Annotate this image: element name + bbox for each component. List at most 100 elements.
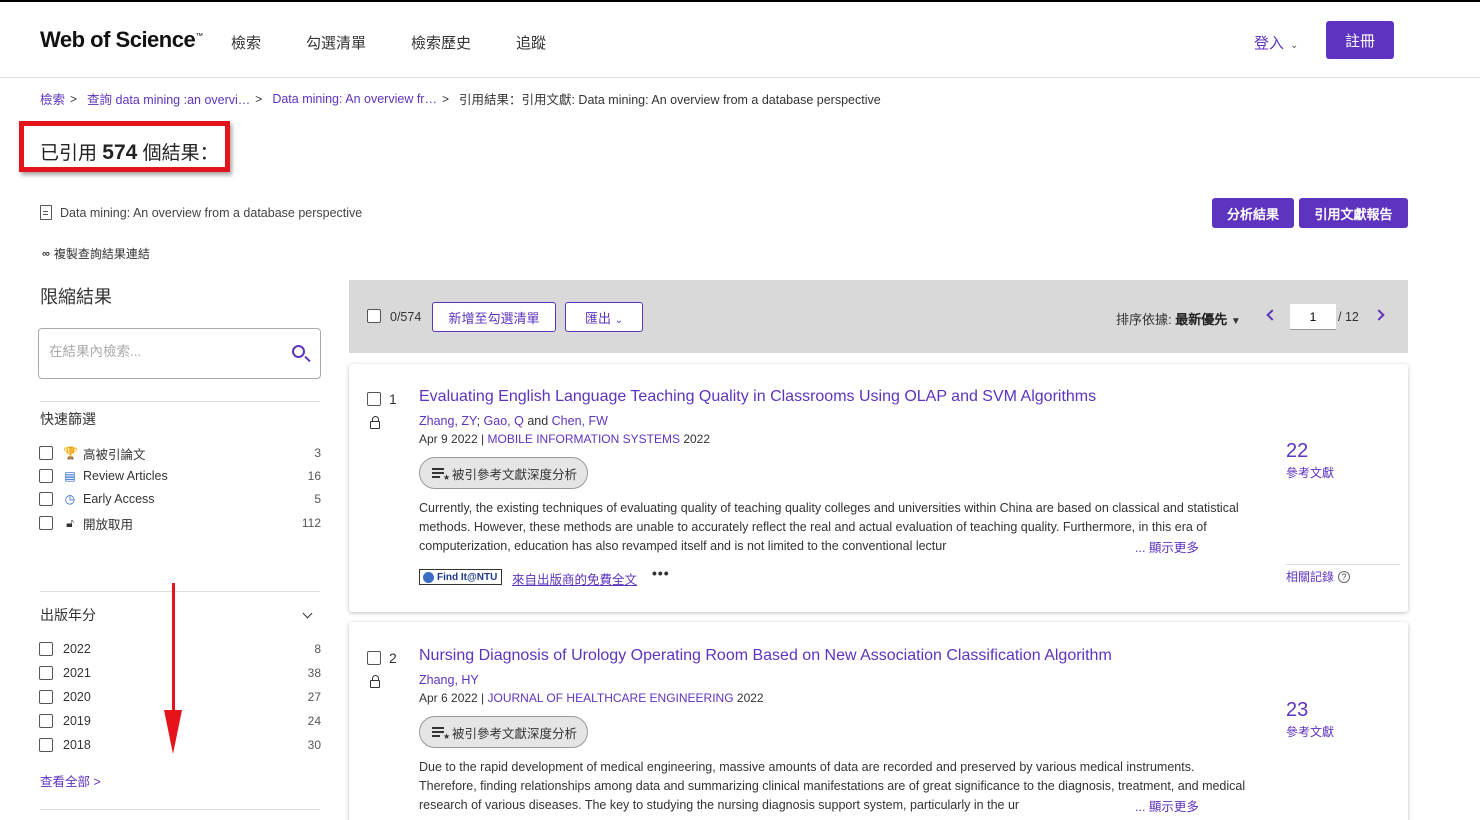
filter-label: 開放取用 <box>83 517 134 532</box>
record-checkbox[interactable] <box>367 392 381 406</box>
filter-year-2020[interactable]: 2020 27 <box>39 688 321 706</box>
author-link[interactable]: Zhang, ZY <box>419 414 477 428</box>
checkbox[interactable] <box>39 714 53 728</box>
more-options-icon[interactable]: ••• <box>652 565 670 581</box>
chevron-down-icon: ⌄ <box>1290 40 1299 51</box>
page-number-input[interactable] <box>1290 304 1336 330</box>
highlight-box <box>19 121 230 172</box>
record-pubinfo: Apr 9 2022 | MOBILE INFORMATION SYSTEMS … <box>419 432 711 446</box>
login-label: 登入 <box>1254 35 1285 52</box>
filter-early-access[interactable]: ◷ Early Access 5 <box>39 490 321 508</box>
filter-count: 30 <box>307 738 321 752</box>
filter-count: 24 <box>307 714 321 728</box>
breadcrumb-query[interactable]: 查詢 data mining :an overvi… <box>87 89 250 108</box>
pub-date: Apr 6 2022 <box>419 691 478 705</box>
checkbox[interactable] <box>39 469 53 483</box>
source-title: Data mining: An overview from a database… <box>60 205 363 220</box>
related-records-link[interactable]: 相關記錄? <box>1286 568 1351 585</box>
record-title[interactable]: Nursing Diagnosis of Urology Operating R… <box>419 647 1112 665</box>
caret-down-icon: ▼ <box>1230 316 1241 327</box>
record-title[interactable]: Evaluating English Language Teaching Qua… <box>419 388 1096 406</box>
nav-alerts[interactable]: 追蹤 <box>516 32 546 53</box>
filter-label: 高被引論文 <box>83 447 146 462</box>
select-all-checkbox[interactable] <box>367 309 381 323</box>
checkbox[interactable] <box>39 446 53 460</box>
export-label: 匯出 <box>584 310 611 326</box>
journal-link[interactable]: JOURNAL OF HEALTHCARE ENGINEERING <box>488 691 734 705</box>
export-button[interactable]: 匯出 ⌄ <box>565 302 643 332</box>
refine-search-input[interactable] <box>49 344 279 359</box>
login-menu[interactable]: 登入 ⌄ <box>1254 32 1298 53</box>
nav-search-history[interactable]: 檢索歷史 <box>411 32 471 53</box>
quick-filters-title: 快速篩選 <box>40 411 96 427</box>
checkbox[interactable] <box>39 642 53 656</box>
total-pages: / 12 <box>1338 310 1359 324</box>
author-link[interactable]: Zhang, HY <box>419 673 479 687</box>
sidebar-divider <box>40 809 320 810</box>
previous-page-icon[interactable] <box>1266 309 1278 321</box>
chevron-right-icon: > <box>255 91 263 106</box>
logo[interactable]: Web of Science™ <box>40 27 203 53</box>
analyze-results-button[interactable]: 分析結果 <box>1212 198 1294 228</box>
filter-label: Review Articles <box>83 469 168 483</box>
help-icon[interactable]: ? <box>1338 570 1351 583</box>
next-page-icon[interactable] <box>1373 309 1385 321</box>
record-authors: Zhang, HY <box>419 673 479 687</box>
breadcrumb-search[interactable]: 檢索 <box>40 89 65 108</box>
filter-open-access[interactable]: 🔓︎ 開放取用 112 <box>39 514 321 532</box>
free-fulltext-link[interactable]: 來自出版商的免費全文 <box>512 569 637 588</box>
author-separator: ; <box>476 414 481 428</box>
citation-label: 參考文獻 <box>1286 466 1335 480</box>
find-it-button[interactable]: Find It@NTU <box>419 569 502 585</box>
filter-label: 2020 <box>63 690 91 704</box>
breadcrumb-current: 引用結果：引用文獻: Data mining: An overview from… <box>458 93 881 107</box>
cited-reference-analysis-button[interactable]: ★ 被引參考文獻深度分析 <box>419 716 589 748</box>
checkbox[interactable] <box>39 690 53 704</box>
journal-link[interactable]: MOBILE INFORMATION SYSTEMS <box>488 432 680 446</box>
record-checkbox[interactable] <box>367 651 381 665</box>
record-card: 2 Nursing Diagnosis of Urology Operating… <box>349 622 1408 820</box>
filter-label: Early Access <box>83 492 155 506</box>
main-nav: 檢索 勾選清單 檢索歷史 追蹤 <box>231 32 591 53</box>
show-more-link[interactable]: ... 顯示更多 <box>1131 537 1199 556</box>
checkbox[interactable] <box>39 666 53 680</box>
citation-count[interactable]: 23 <box>1286 699 1308 722</box>
add-to-marked-list-button[interactable]: 新增至勾選清單 <box>432 302 556 332</box>
checkbox[interactable] <box>39 492 53 506</box>
filter-review-articles[interactable]: ▤ Review Articles 16 <box>39 467 321 485</box>
checkbox[interactable] <box>39 516 53 530</box>
cited-reference-analysis-button[interactable]: ★ 被引參考文獻深度分析 <box>419 457 589 489</box>
filter-count: 8 <box>314 642 321 656</box>
show-more-link[interactable]: ... 顯示更多 <box>1131 796 1199 815</box>
sidebar-divider <box>40 591 320 592</box>
source-record: Data mining: An overview from a database… <box>40 205 362 220</box>
register-button[interactable]: 註冊 <box>1326 21 1394 59</box>
nav-marked-list[interactable]: 勾選清單 <box>306 32 366 53</box>
nav-search[interactable]: 檢索 <box>231 32 261 53</box>
record-number: 1 <box>389 391 397 407</box>
lock-icon <box>370 675 380 688</box>
sort-dropdown[interactable]: 排序依據: 最新優先 ▼ <box>1116 309 1241 328</box>
checkbox[interactable] <box>39 738 53 752</box>
author-link[interactable]: Chen, FW <box>552 414 608 428</box>
filter-year-2022[interactable]: 2022 8 <box>39 640 321 658</box>
annotation-arrow-head <box>164 710 182 754</box>
sort-label: 排序依據: <box>1116 312 1172 327</box>
filter-count: 27 <box>307 690 321 704</box>
author-link[interactable]: Gao, Q <box>484 414 524 428</box>
lock-icon <box>370 416 380 429</box>
filter-count: 16 <box>307 469 321 483</box>
citation-report-button[interactable]: 引用文獻報告 <box>1299 198 1408 228</box>
breadcrumb-record[interactable]: Data mining: An overview fr… <box>272 92 437 106</box>
filter-year-2021[interactable]: 2021 38 <box>39 664 321 682</box>
list-icon: ★ <box>432 467 450 482</box>
logo-trademark: ™ <box>195 31 203 41</box>
search-icon[interactable] <box>292 345 305 358</box>
record-abstract: Currently, the existing techniques of ev… <box>419 501 1239 553</box>
see-all-years-link[interactable]: 查看全部 > <box>40 771 101 790</box>
copy-query-link[interactable]: ∞ 複製查詢結果連結 <box>42 245 150 262</box>
chevron-right-icon: > <box>441 91 449 106</box>
citation-count[interactable]: 22 <box>1286 440 1308 463</box>
filter-highly-cited[interactable]: 🏆 高被引論文 3 <box>39 444 321 462</box>
chevron-down-icon[interactable] <box>302 608 313 619</box>
